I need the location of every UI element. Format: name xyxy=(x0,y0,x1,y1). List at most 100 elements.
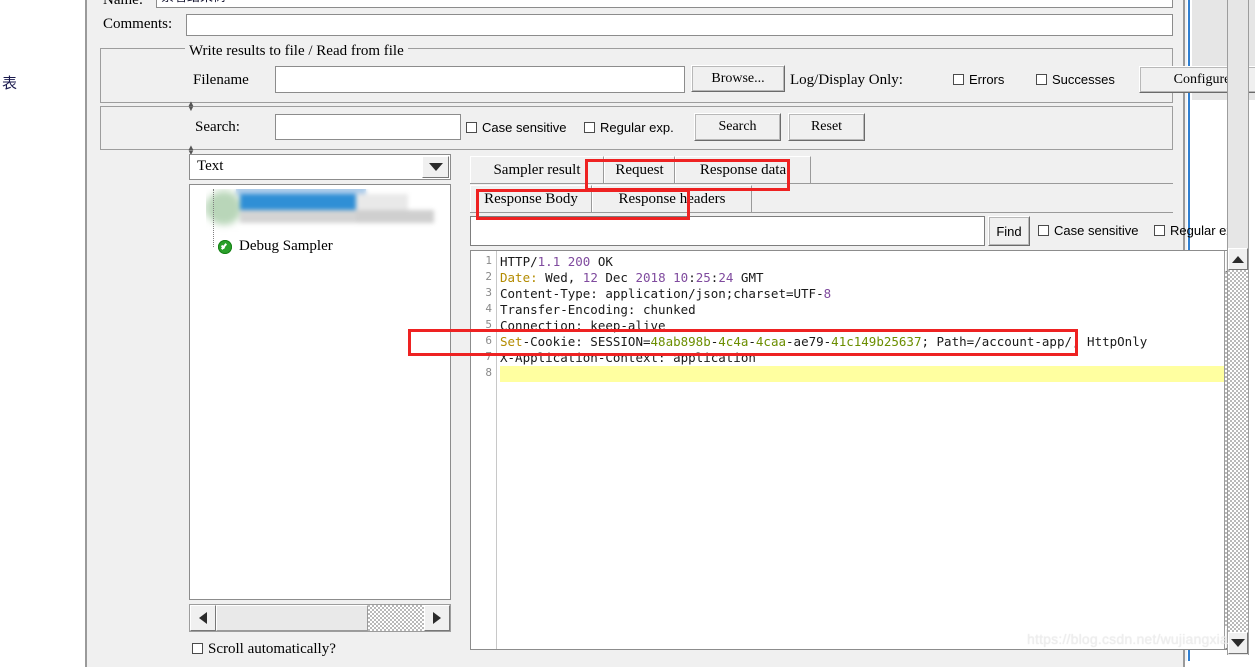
code-token: Transfer-Encoding: chunked xyxy=(500,302,696,317)
line-number: 3 xyxy=(485,286,492,299)
name-label: Name: xyxy=(103,0,143,8)
response-header-line: Date: Wed, 12 Dec 2018 10:25:24 GMT xyxy=(500,270,1246,286)
scroll-automatically-checkbox[interactable]: Scroll automatically? xyxy=(192,641,336,658)
scrollbar-track[interactable] xyxy=(1228,270,1248,632)
results-tree[interactable]: Debug Sampler xyxy=(189,184,451,600)
errors-checkbox-label: Errors xyxy=(969,72,1005,87)
code-token: 8 xyxy=(823,286,832,301)
tab-strip-underline xyxy=(470,212,1173,213)
checkbox-icon xyxy=(192,643,203,654)
scrollbar-thumb[interactable] xyxy=(216,605,368,631)
splitter-handle-top[interactable]: ▲ ▼ xyxy=(187,100,195,113)
triangle-left-icon[interactable] xyxy=(190,605,216,631)
search-button[interactable]: Search xyxy=(694,113,781,141)
code-token: Date: xyxy=(500,270,538,285)
triangle-right-icon[interactable] xyxy=(424,605,450,631)
response-header-line: HTTP/1.1 200 OK xyxy=(500,254,1246,270)
list-item[interactable]: Debug Sampler xyxy=(218,238,333,255)
filename-input[interactable] xyxy=(275,66,685,93)
tab-request[interactable]: Request xyxy=(604,156,675,183)
response-headers-text[interactable]: HTTP/1.1 200 OK Date: Wed, 12 Dec 2018 10… xyxy=(500,251,1246,649)
response-header-line: Connection: keep-alive xyxy=(500,318,1246,334)
line-number: 5 xyxy=(485,318,492,331)
scrollbar-track[interactable] xyxy=(368,605,424,631)
code-token: 41c149b25637 xyxy=(831,334,922,349)
successes-checkbox[interactable]: Successes xyxy=(1036,72,1115,87)
code-token: - xyxy=(748,334,756,349)
name-row: Name: 察看结果树 xyxy=(100,0,1173,12)
tree-connector xyxy=(213,189,214,247)
search-regular-exp-label: Regular exp. xyxy=(600,120,674,135)
find-button[interactable]: Find xyxy=(988,216,1030,246)
code-token: HTTP/ xyxy=(500,254,538,269)
code-token: 24 xyxy=(718,270,734,285)
code-token: X-Application-Context: application xyxy=(500,350,756,365)
code-token: 25 xyxy=(695,270,711,285)
code-token: Connection: keep-alive xyxy=(500,318,666,333)
code-token: Wed, xyxy=(537,270,583,285)
code-token: ; Path=/account-app/; HttpOnly xyxy=(921,334,1148,349)
render-format-combo[interactable]: Text xyxy=(189,154,451,180)
browse-button[interactable]: Browse... xyxy=(691,65,785,92)
line-number: 2 xyxy=(485,270,492,283)
list-item[interactable] xyxy=(206,189,450,235)
search-case-sensitive-label: Case sensitive xyxy=(482,120,567,135)
comments-row: Comments: xyxy=(100,14,1173,38)
panel-vertical-scrollbar[interactable] xyxy=(1227,0,1249,655)
checkbox-icon xyxy=(1036,74,1047,85)
checkbox-icon xyxy=(466,122,477,133)
scroll-automatically-label: Scroll automatically? xyxy=(208,641,336,657)
chevron-down-icon[interactable] xyxy=(422,156,449,178)
comments-label: Comments: xyxy=(103,16,173,32)
success-icon xyxy=(218,239,232,254)
checkbox-icon xyxy=(953,74,964,85)
tab-sampler-result[interactable]: Sampler result xyxy=(470,156,604,183)
reset-button[interactable]: Reset xyxy=(788,113,865,141)
list-item-label: Debug Sampler xyxy=(239,238,333,254)
triangle-down-icon[interactable] xyxy=(1228,632,1248,654)
triangle-up-icon[interactable] xyxy=(1228,248,1248,270)
find-case-sensitive-checkbox[interactable]: Case sensitive xyxy=(1038,223,1139,238)
search-label: Search: xyxy=(195,119,240,135)
search-case-sensitive-checkbox[interactable]: Case sensitive xyxy=(466,120,567,135)
code-token: -ae79- xyxy=(786,334,832,349)
tab-response-body[interactable]: Response Body xyxy=(470,185,592,212)
code-token: 12 xyxy=(582,270,598,285)
code-token: 200 xyxy=(567,254,591,269)
tab-response-headers[interactable]: Response headers xyxy=(592,185,752,212)
code-token: -Cookie: SESSION= xyxy=(522,334,651,349)
checkbox-icon xyxy=(584,122,595,133)
tree-horizontal-scrollbar[interactable] xyxy=(189,604,451,632)
find-bar: Find Case sensitive Regular exp. xyxy=(470,216,1244,248)
write-results-group-title: Write results to file / Read from file xyxy=(185,43,408,60)
response-header-line: Set-Cookie: SESSION=48ab898b-4c4a-4caa-a… xyxy=(500,334,1246,350)
log-display-only-label: Log/Display Only: xyxy=(790,72,903,88)
find-input[interactable] xyxy=(470,216,985,246)
code-token: 4caa xyxy=(755,334,787,349)
search-regular-exp-checkbox[interactable]: Regular exp. xyxy=(584,120,674,135)
result-primary-tabs: Sampler result Request Response data xyxy=(470,156,1173,184)
line-number-gutter: 1 2 3 4 5 6 7 8 xyxy=(471,251,497,649)
checkbox-icon xyxy=(1154,225,1165,236)
response-header-line: Transfer-Encoding: chunked xyxy=(500,302,1246,318)
code-token: 10 xyxy=(673,270,689,285)
result-detail-panel: Sampler result Request Response data Res… xyxy=(470,154,1247,654)
code-token: Set xyxy=(500,334,523,349)
response-headers-viewer[interactable]: 12345678 HTTP/1.1 200 OK Date: Wed, 12 De… xyxy=(470,250,1247,650)
tab-strip-underline xyxy=(470,183,1173,184)
comments-input[interactable] xyxy=(186,14,1173,36)
search-input[interactable] xyxy=(275,114,461,140)
results-tree-panel: Text Debug Sampler Scroll automatically? xyxy=(189,154,464,657)
jmeter-view-results-tree-window: Name: 察看结果树 Comments: Write results to f… xyxy=(85,0,1255,667)
find-case-sensitive-label: Case sensitive xyxy=(1054,223,1139,238)
name-input[interactable]: 察看结果树 xyxy=(156,0,1173,8)
code-token: Dec xyxy=(597,270,636,285)
errors-checkbox[interactable]: Errors xyxy=(953,72,1004,87)
tab-response-data[interactable]: Response data xyxy=(675,156,811,183)
checkbox-icon xyxy=(1038,225,1049,236)
code-token: 1.1 xyxy=(537,254,561,269)
filename-label: Filename xyxy=(193,72,249,88)
page-side-text: 表 xyxy=(2,74,18,92)
code-token: OK xyxy=(590,254,613,269)
